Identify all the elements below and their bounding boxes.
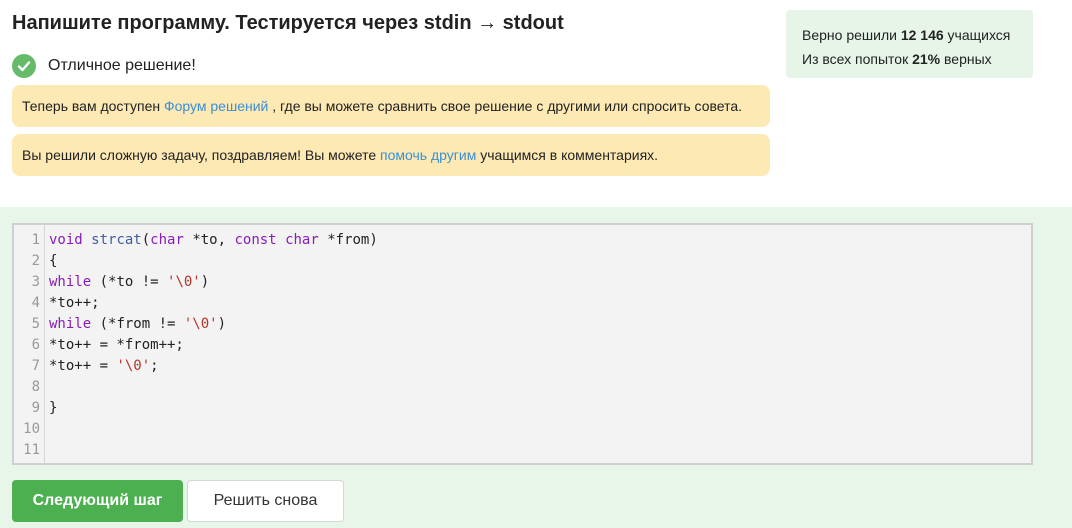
solved-count: 12 146 bbox=[900, 27, 944, 43]
code-line[interactable]: while (*from != '\0') bbox=[49, 314, 378, 335]
line-number: 6 bbox=[31, 337, 40, 353]
code-line[interactable] bbox=[49, 440, 378, 461]
next-step-button[interactable]: Следующий шаг bbox=[12, 480, 183, 522]
code-text[interactable]: void strcat(char *to, const char *from){… bbox=[49, 230, 378, 461]
code-editor[interactable]: 1 2 3 4 5 6 7 8 9 10 11 void strcat(char *to, cons… bbox=[12, 223, 1033, 465]
forum-notice: Теперь вам доступен Форум решений , где … bbox=[12, 85, 770, 127]
page-title: Напишите программу. Тестируется через st… bbox=[12, 12, 564, 34]
stats-panel: Верно решили 12 146 учащихся Из всех поп… bbox=[786, 10, 1033, 78]
line-number: 3 bbox=[31, 274, 40, 290]
check-circle-icon bbox=[12, 54, 36, 78]
code-line[interactable]: void strcat(char *to, const char *from) bbox=[49, 230, 378, 251]
code-line[interactable]: *to++ = *from++; bbox=[49, 335, 378, 356]
solved-suffix: учащихся bbox=[943, 27, 1011, 43]
code-line[interactable]: { bbox=[49, 251, 378, 272]
retry-button[interactable]: Решить снова bbox=[187, 480, 344, 522]
attempts-percent: 21% bbox=[912, 51, 941, 67]
help-notice: Вы решили сложную задачу, поздравляем! В… bbox=[12, 134, 770, 176]
forum-notice-suffix: , где вы можете сравнить свое решение с … bbox=[268, 98, 743, 114]
line-number: 7 bbox=[31, 358, 40, 374]
line-number: 10 bbox=[23, 421, 40, 437]
attempts-prefix: Из всех попыток bbox=[802, 51, 913, 67]
code-line[interactable]: } bbox=[49, 398, 378, 419]
line-number: 11 bbox=[23, 442, 40, 458]
line-number: 9 bbox=[31, 400, 40, 416]
attempts-suffix: верных bbox=[940, 51, 992, 67]
line-number: 4 bbox=[31, 295, 40, 311]
result-label: Отличное решение! bbox=[48, 57, 196, 74]
attempts-stat: Из всех попыток 21% верных bbox=[802, 47, 1033, 71]
code-line[interactable]: while (*to != '\0') bbox=[49, 272, 378, 293]
help-notice-prefix: Вы решили сложную задачу, поздравляем! В… bbox=[22, 147, 381, 163]
result-status: Отличное решение! bbox=[12, 54, 196, 78]
line-number: 2 bbox=[31, 253, 40, 269]
line-number: 1 bbox=[31, 232, 40, 248]
forum-notice-prefix: Теперь вам доступен bbox=[22, 98, 164, 114]
code-line[interactable]: *to++; bbox=[49, 293, 378, 314]
line-number: 5 bbox=[31, 316, 40, 332]
step-page: Напишите программу. Тестируется через st… bbox=[0, 0, 1072, 528]
help-others-link[interactable]: помочь другим bbox=[380, 147, 476, 163]
code-line[interactable] bbox=[49, 377, 378, 398]
help-notice-suffix: учащимся в комментариях. bbox=[476, 147, 659, 163]
line-number: 8 bbox=[31, 379, 40, 395]
solved-stat: Верно решили 12 146 учащихся bbox=[802, 23, 1033, 47]
solved-prefix: Верно решили bbox=[802, 27, 901, 43]
code-line[interactable]: *to++ = '\0'; bbox=[49, 356, 378, 377]
forum-link[interactable]: Форум решений bbox=[164, 98, 268, 114]
line-number-gutter: 1 2 3 4 5 6 7 8 9 10 11 bbox=[14, 225, 45, 463]
code-line[interactable] bbox=[49, 419, 378, 440]
